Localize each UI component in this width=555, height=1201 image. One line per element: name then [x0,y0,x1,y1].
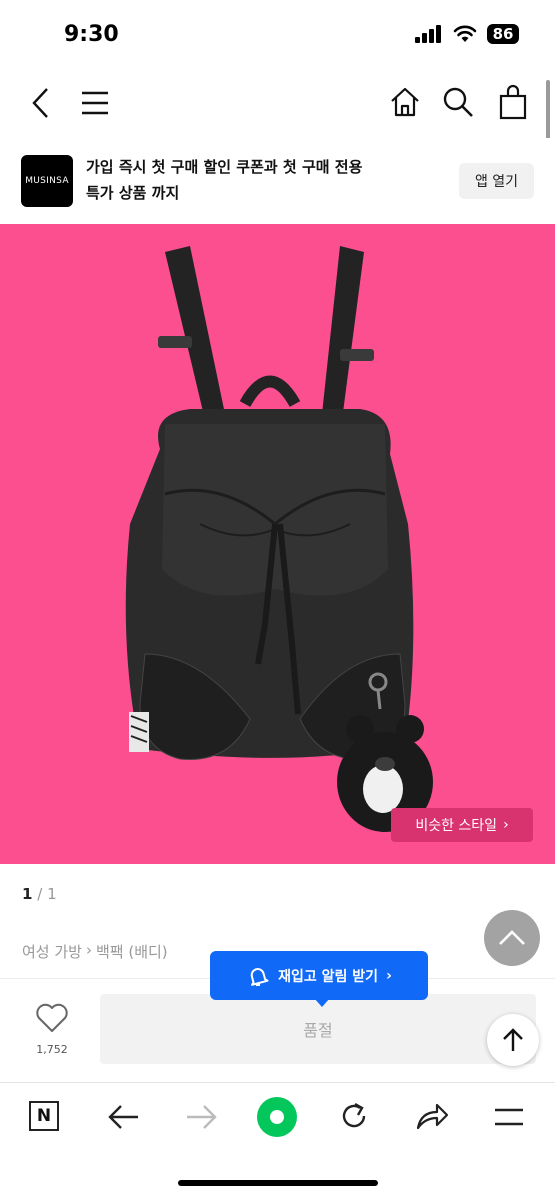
breadcrumb-separator: › [85,941,92,959]
similar-style-button[interactable]: 비슷한 스타일 › [391,808,533,842]
share-icon[interactable] [415,1101,449,1131]
wifi-icon [453,25,477,42]
image-counter-total: 1 [47,885,57,903]
image-counter-current: 1 [22,885,33,903]
hamburger-icon[interactable] [80,90,110,116]
scroll-up-button[interactable] [484,910,540,966]
tooltip-tail [314,998,330,1007]
shopping-bag-icon[interactable] [498,84,528,120]
status-time: 9:30 [64,22,119,47]
chevron-right-icon: › [386,967,392,984]
menu-icon[interactable] [493,1107,525,1127]
refresh-icon[interactable] [338,1100,370,1132]
forward-arrow-icon[interactable] [185,1103,219,1131]
open-app-button[interactable]: 앱 열기 [459,163,534,199]
chevron-up-icon [499,930,525,945]
breadcrumb-category[interactable]: 여성 가방 [22,941,82,962]
arrow-up-icon [503,1028,523,1051]
signal-icon [415,25,441,43]
musinsa-logo: MUSINSA [21,155,73,207]
chevron-left-icon[interactable] [30,86,52,120]
like-count: 1,752 [36,1043,68,1056]
bell-icon [250,967,269,986]
home-indicator [178,1180,378,1186]
backpack-flap [162,424,388,596]
search-icon[interactable] [442,86,474,118]
home-icon[interactable] [389,86,421,118]
banner-text: 가입 즉시 첫 구매 할인 쿠폰과 첫 구매 전용 특가 상품 까지 [86,154,446,206]
restock-alert-tooltip[interactable]: 재입고 알림 받기 › [210,951,428,1000]
back-arrow-icon[interactable] [106,1103,140,1131]
right-strap [322,246,364,420]
green-dot-icon[interactable] [256,1096,298,1138]
breadcrumb-subcategory[interactable]: 백팩 (배디) [96,941,168,962]
left-strap [165,246,225,420]
image-counter-separator: / [37,885,43,903]
product-image[interactable] [0,224,555,864]
image-counter: 1 / 1 [22,885,57,903]
status-icons: 86 [415,24,519,44]
battery-indicator: 86 [487,24,519,44]
top-nav [0,70,555,139]
similar-style-label: 비슷한 스타일 [415,818,498,834]
naver-n-label: N [36,1106,52,1126]
banner-text-line1: 가입 즉시 첫 구매 할인 쿠폰과 첫 구매 전용 [86,158,363,176]
heart-icon[interactable] [35,1003,69,1033]
breadcrumb: 여성 가방 › 백팩 (배디) [22,941,168,962]
scroll-top-button[interactable] [487,1014,539,1066]
banner-text-line2: 특가 상품 까지 [86,184,180,202]
chevron-right-icon: › [503,817,509,833]
restock-alert-label: 재입고 알림 받기 [278,968,379,985]
backpack-image [125,246,433,832]
naver-n-icon[interactable]: N [29,1101,59,1131]
